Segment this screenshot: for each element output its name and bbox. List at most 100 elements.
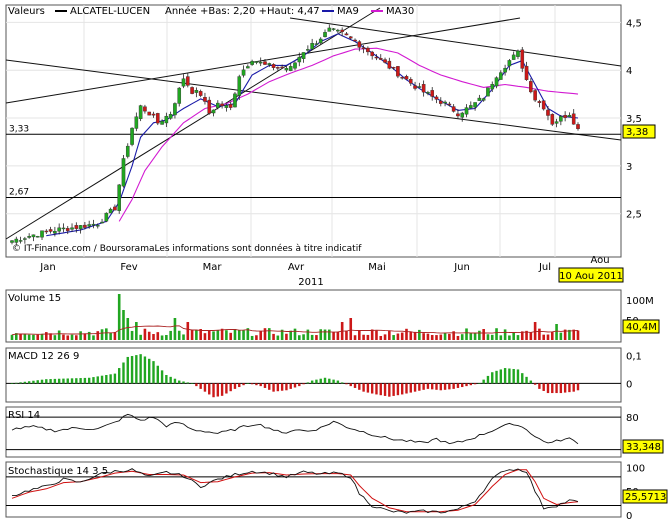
- candle-down: [370, 51, 374, 57]
- candle-up: [306, 49, 310, 51]
- candle-down: [374, 56, 379, 59]
- volume-bar: [135, 322, 138, 340]
- candle-up: [233, 93, 237, 108]
- macd-bar: [491, 372, 494, 384]
- volume-bar: [435, 335, 438, 340]
- candle-up: [70, 227, 74, 230]
- volume-bar: [443, 332, 447, 340]
- macd-bar: [195, 383, 198, 387]
- candle-up: [27, 236, 31, 238]
- volume-bar: [57, 330, 61, 340]
- candle-down: [151, 113, 156, 116]
- candle-up: [490, 84, 495, 90]
- price-last-value: 3,38: [626, 127, 648, 138]
- volume-bar: [490, 334, 494, 340]
- candle-down: [203, 97, 207, 102]
- volume-bar: [358, 330, 361, 340]
- macd-bar: [238, 383, 241, 388]
- candle-down: [524, 65, 529, 80]
- candle-up: [297, 56, 302, 63]
- macd-bar: [87, 377, 91, 384]
- price-y-tick: 3: [626, 162, 632, 173]
- candle-up: [10, 240, 14, 243]
- candle-up: [216, 102, 220, 108]
- candle-down: [387, 60, 392, 69]
- candle-up: [40, 230, 44, 238]
- stock-chart: 3,332,67 2,533,544,5100M500,108020100500…: [5, 4, 668, 521]
- macd-bar: [45, 379, 48, 384]
- volume-bar: [422, 333, 425, 340]
- price-y-tick: 4,5: [626, 18, 642, 29]
- candle-up: [284, 68, 289, 71]
- macd-bar: [465, 383, 468, 387]
- price-y-tick: 4: [626, 66, 632, 77]
- volume-bar: [32, 334, 35, 340]
- candle-up: [507, 60, 512, 67]
- macd-bar: [375, 383, 378, 395]
- volume-bar: [165, 335, 168, 340]
- macd-bar: [246, 383, 250, 384]
- macd-bar: [117, 368, 121, 384]
- volume-bar: [92, 335, 95, 340]
- macd-bar: [319, 378, 322, 384]
- candle-up: [100, 221, 104, 224]
- legend-ma30: MA30: [386, 6, 414, 17]
- macd-bar: [268, 383, 271, 390]
- volume-bar: [143, 328, 147, 340]
- candle-down: [404, 76, 409, 80]
- volume-bar: [293, 328, 297, 340]
- volume-bar: [130, 330, 134, 340]
- macd-bar: [551, 383, 554, 394]
- candle-down: [348, 36, 353, 39]
- macd-bar: [508, 368, 511, 384]
- candle-up: [138, 105, 143, 119]
- volume-bar: [400, 332, 404, 340]
- volume-bar: [345, 330, 348, 340]
- candle-down: [357, 41, 362, 48]
- candle-down: [220, 103, 224, 107]
- candle-down: [537, 101, 542, 103]
- candle-up: [117, 184, 121, 211]
- candle-down: [207, 99, 212, 114]
- volume-bar: [392, 335, 395, 340]
- macd-bar: [366, 383, 370, 393]
- macd-bar: [113, 373, 117, 384]
- candle-up: [293, 62, 297, 69]
- macd-bar: [572, 383, 575, 392]
- macd-panel: [5, 347, 622, 403]
- volume-bar: [122, 310, 125, 340]
- candle-up: [87, 224, 91, 227]
- macd-bar: [285, 383, 288, 391]
- volume-bar: [147, 331, 151, 340]
- volume-bar: [152, 334, 155, 340]
- candle-up: [224, 105, 229, 108]
- candle-down: [447, 103, 452, 106]
- macd-bar: [302, 383, 305, 385]
- macd-bar: [263, 383, 267, 388]
- macd-bar: [23, 381, 27, 384]
- macd-bar: [100, 375, 104, 384]
- candle-up: [23, 238, 27, 240]
- legend-range: Année +Bas: 2,20 +Haut: 4,47: [165, 5, 320, 17]
- candle-down: [456, 113, 460, 117]
- macd-bar: [345, 383, 348, 385]
- macd-bar: [448, 383, 451, 390]
- macd-bar: [280, 383, 284, 391]
- volume-bar: [439, 334, 443, 340]
- macd-bar: [422, 383, 425, 390]
- candle-up: [78, 225, 83, 230]
- volume-bar: [10, 334, 14, 340]
- macd-bar: [66, 378, 69, 384]
- candle-up: [481, 98, 486, 101]
- volume-bar: [306, 329, 310, 340]
- macd-bar: [156, 365, 159, 384]
- volume-bar: [272, 333, 275, 340]
- volume-bar: [75, 335, 78, 340]
- volume-bar: [533, 322, 537, 340]
- volume-bar: [237, 330, 241, 340]
- macd-bar: [461, 383, 464, 388]
- macd-bar: [328, 378, 331, 384]
- macd-bar: [186, 382, 190, 384]
- volume-bar: [186, 322, 190, 340]
- macd-bar: [495, 370, 498, 384]
